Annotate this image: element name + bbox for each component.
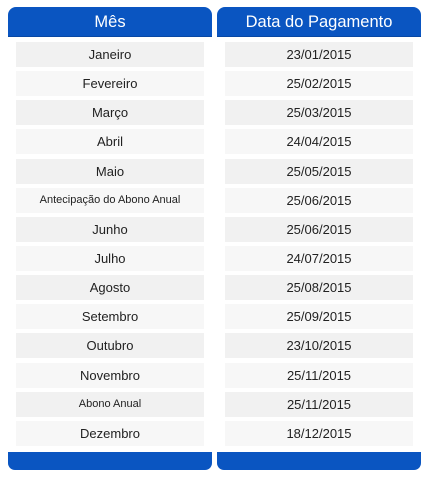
month-cell: Janeiro [16,42,204,67]
month-cell: Fevereiro [16,71,204,97]
month-cell: Dezembro [16,420,204,446]
month-cell: Março [16,100,204,126]
date-cell: 25/08/2015 [225,275,413,301]
date-cell: 24/04/2015 [225,129,413,155]
date-cell: 25/02/2015 [225,71,413,97]
payment-date-column: Data do Pagamento 23/01/2015 25/02/2015 … [217,7,421,450]
payment-date-header: Data do Pagamento [217,7,421,37]
date-cell: 18/12/2015 [225,420,413,446]
month-cell: Junho [16,216,204,242]
payment-date-column-footer-bar [217,452,421,470]
month-cell: Maio [16,158,204,184]
date-cell: 25/03/2015 [225,100,413,126]
date-cell: 25/06/2015 [225,216,413,242]
month-column-footer-bar [8,452,212,470]
date-cell: 25/06/2015 [225,187,413,213]
date-cell: 25/05/2015 [225,158,413,184]
month-cell: Abono Anual [16,391,204,417]
date-cell: 24/07/2015 [225,245,413,271]
date-cell: 25/11/2015 [225,362,413,388]
month-cell: Abril [16,129,204,155]
month-cell: Novembro [16,362,204,388]
date-cell: 23/01/2015 [225,42,413,67]
date-cell: 23/10/2015 [225,333,413,359]
month-cell: Antecipação do Abono Anual [16,187,204,213]
month-rows: Janeiro Fevereiro Março Abril Maio Antec… [8,42,212,446]
month-cell: Outubro [16,333,204,359]
date-cell: 25/11/2015 [225,391,413,417]
date-cell: 25/09/2015 [225,304,413,330]
month-cell: Julho [16,245,204,271]
month-column: Mês Janeiro Fevereiro Março Abril Maio A… [8,7,212,450]
payment-date-rows: 23/01/2015 25/02/2015 25/03/2015 24/04/2… [217,42,421,446]
month-cell: Setembro [16,304,204,330]
month-header: Mês [8,7,212,37]
month-cell: Agosto [16,275,204,301]
